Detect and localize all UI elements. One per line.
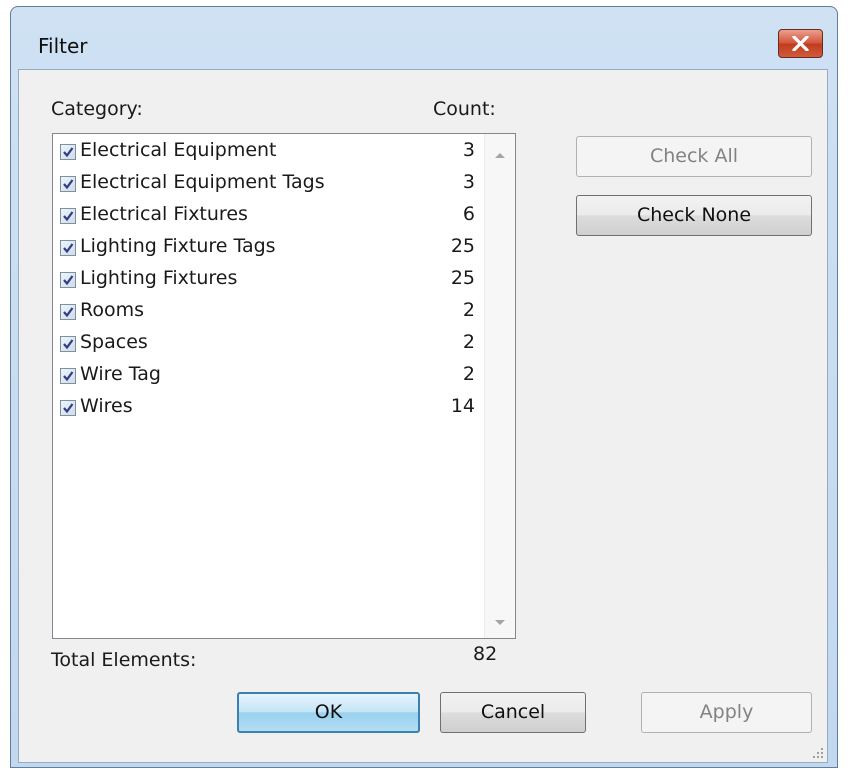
category-checkbox[interactable] xyxy=(60,240,76,256)
count-header: Count: xyxy=(433,98,496,120)
category-header: Category: xyxy=(51,98,143,120)
dialog-client-area: Category: Count: Electrical Equipment 3 El… xyxy=(18,69,828,763)
filter-dialog: Filter Category: Count: Electrical Equip… xyxy=(10,6,838,768)
category-label: Electrical Fixtures xyxy=(80,203,248,225)
apply-button[interactable]: Apply xyxy=(641,692,812,733)
checkmark-icon xyxy=(63,403,74,414)
checkmark-icon xyxy=(63,147,74,158)
checkmark-icon xyxy=(63,307,74,318)
category-count: 3 xyxy=(462,139,475,161)
list-item[interactable]: Rooms 2 xyxy=(53,296,513,327)
checkmark-icon xyxy=(63,275,74,286)
category-label: Wire Tag xyxy=(80,363,161,385)
check-all-button[interactable]: Check All xyxy=(576,136,812,177)
vertical-scrollbar[interactable] xyxy=(484,134,515,638)
list-item[interactable]: Lighting Fixture Tags 25 xyxy=(53,232,513,263)
total-elements-label: Total Elements: xyxy=(51,649,197,671)
title-bar[interactable]: Filter xyxy=(11,7,837,69)
category-checkbox[interactable] xyxy=(60,208,76,224)
category-checkbox[interactable] xyxy=(60,336,76,352)
scroll-down-arrow-icon[interactable] xyxy=(495,620,505,625)
category-label: Rooms xyxy=(80,299,145,321)
list-item[interactable]: Lighting Fixtures 25 xyxy=(53,264,513,295)
list-item[interactable]: Spaces 2 xyxy=(53,328,513,359)
list-item[interactable]: Wires 14 xyxy=(53,392,513,423)
checkmark-icon xyxy=(63,339,74,350)
category-checkbox[interactable] xyxy=(60,272,76,288)
list-item[interactable]: Wire Tag 2 xyxy=(53,360,513,391)
category-label: Spaces xyxy=(80,331,148,353)
list-item[interactable]: Electrical Equipment Tags 3 xyxy=(53,168,513,199)
list-item[interactable]: Electrical Equipment 3 xyxy=(53,136,513,167)
dialog-title: Filter xyxy=(38,34,88,58)
checkmark-icon xyxy=(63,211,74,222)
category-count: 2 xyxy=(462,363,475,385)
category-label: Wires xyxy=(80,395,133,417)
check-none-button[interactable]: Check None xyxy=(576,195,812,236)
close-icon xyxy=(792,36,809,51)
category-count: 2 xyxy=(462,299,475,321)
total-elements-value: 82 xyxy=(473,643,498,665)
category-checkbox[interactable] xyxy=(60,176,76,192)
category-list[interactable]: Electrical Equipment 3 Electrical Equipmen… xyxy=(52,133,516,639)
category-label: Electrical Equipment Tags xyxy=(80,171,325,193)
category-count: 6 xyxy=(462,203,475,225)
category-checkbox[interactable] xyxy=(60,368,76,384)
category-checkbox[interactable] xyxy=(60,400,76,416)
category-checkbox[interactable] xyxy=(60,144,76,160)
category-count: 25 xyxy=(450,235,475,257)
cancel-button[interactable]: Cancel xyxy=(440,692,586,733)
category-count: 2 xyxy=(462,331,475,353)
checkmark-icon xyxy=(63,179,74,190)
category-checkbox[interactable] xyxy=(60,304,76,320)
list-item[interactable]: Electrical Fixtures 6 xyxy=(53,200,513,231)
checkmark-icon xyxy=(63,243,74,254)
category-count: 25 xyxy=(450,267,475,289)
checkmark-icon xyxy=(63,371,74,382)
category-label: Electrical Equipment xyxy=(80,139,277,161)
category-label: Lighting Fixture Tags xyxy=(80,235,276,257)
category-label: Lighting Fixtures xyxy=(80,267,238,289)
category-count: 14 xyxy=(450,395,475,417)
category-count: 3 xyxy=(462,171,475,193)
ok-button[interactable]: OK xyxy=(237,692,420,733)
close-button[interactable] xyxy=(778,29,823,58)
scroll-up-arrow-icon[interactable] xyxy=(495,153,505,158)
resize-grip-icon[interactable] xyxy=(810,745,824,759)
